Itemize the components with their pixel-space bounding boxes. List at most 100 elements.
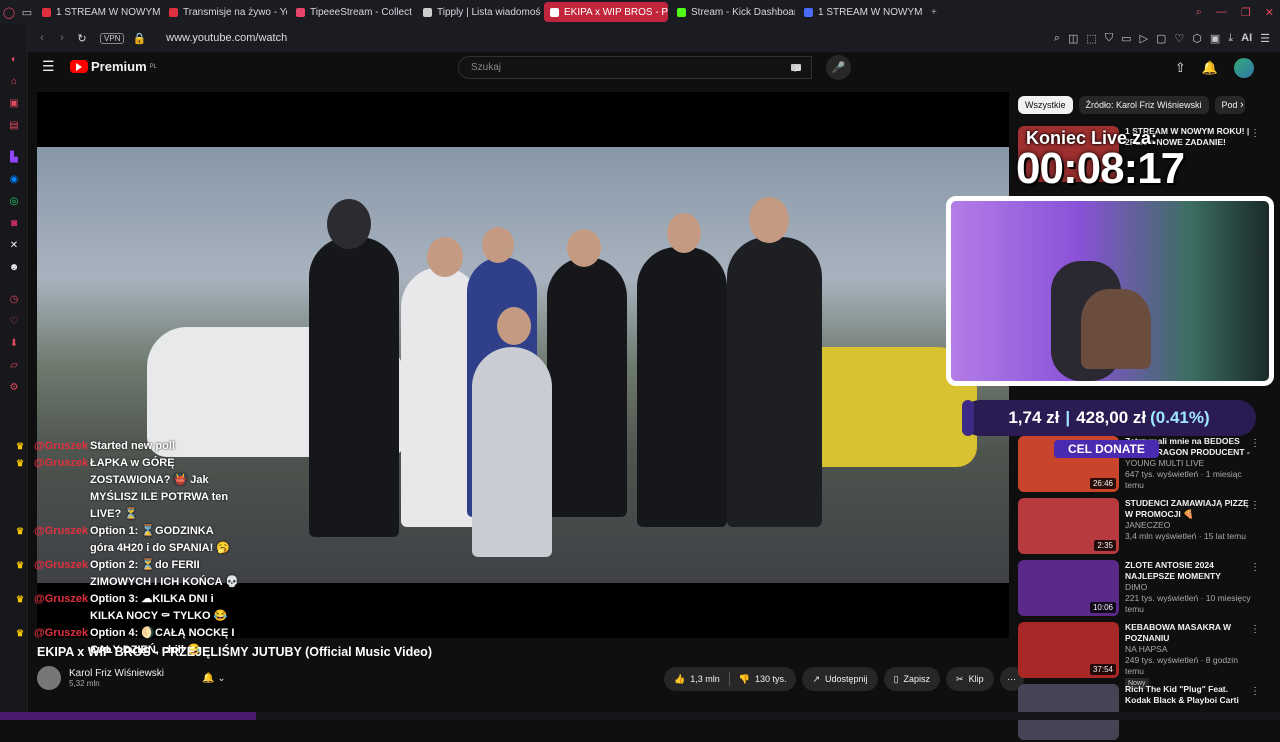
subscribe-bell-icon[interactable]: 🔔 ⌄ (202, 673, 226, 684)
filter-chip[interactable]: Wszystkie (1018, 96, 1073, 114)
youtube-logo[interactable]: Premium PL (70, 59, 157, 74)
heart-icon[interactable]: ♡ (0, 310, 28, 332)
notifications-icon[interactable]: 🔔 (1202, 60, 1218, 76)
download-icon[interactable]: ⤓ (1228, 32, 1233, 45)
channel-name[interactable]: Karol Friz Wiśniewski (69, 668, 164, 679)
chat-text: Option 3: ☁KILKA DNI i KILKA NOCY ⚰ TYLK… (90, 593, 228, 622)
save-button[interactable]: ▯ Zapisz (883, 667, 941, 691)
favorite-icon[interactable]: ♡ (1174, 32, 1184, 45)
url-field[interactable]: www.youtube.com/watch (166, 32, 287, 44)
clip-button[interactable]: ✂ Klip (946, 667, 994, 691)
like-button[interactable]: 👍 1,3 mln 👎 130 tys. (664, 667, 797, 691)
search-tabs-icon[interactable]: ⌕ (1196, 6, 1202, 19)
channel-avatar[interactable] (37, 666, 61, 690)
share-button[interactable]: ↗ Udostępnij (802, 667, 878, 691)
video-meta: 3,4 mln wyświetleń · 15 lat temu (1125, 531, 1246, 541)
close-icon[interactable]: ✕ (1265, 6, 1274, 19)
person-head (427, 237, 463, 277)
browser-tab[interactable]: TipeeeStream - Collect Ti (290, 2, 414, 22)
play-icon[interactable]: ▷ (1139, 32, 1147, 45)
tab-menu-icon[interactable]: ▭ (18, 0, 36, 24)
video-title[interactable]: KEBABOWA MASAKRA W POZNANIU (1125, 622, 1255, 644)
history-icon[interactable]: ◷ (0, 288, 28, 310)
minimize-icon[interactable]: — (1216, 6, 1227, 18)
recommendation-item[interactable]: 37:54 KEBABOWA MASAKRA W POZNANIU NA HAPSA… (1018, 622, 1270, 689)
pip-icon[interactable]: ▭ (1121, 32, 1131, 45)
twitch-icon[interactable]: ▙ (0, 146, 28, 168)
shield-icon[interactable]: ⛉ (1105, 32, 1113, 45)
person (309, 237, 399, 537)
video-channel[interactable]: NA HAPSA (1125, 644, 1255, 655)
opera-menu-icon[interactable]: ◯ (0, 0, 18, 24)
thumb-down-icon[interactable]: 👎 (739, 674, 750, 685)
more-options-icon[interactable]: ⋮ (1250, 624, 1260, 635)
video-title[interactable]: Rich The Kid "Plug" Feat. Kodak Black & … (1125, 684, 1255, 706)
chat-username[interactable]: @Gruszek (34, 438, 90, 455)
browser-tab[interactable]: EKIPA x WIP BROS - P (544, 2, 668, 22)
video-title[interactable]: STUDENCI ZAMAWIAJĄ PIZZĘ W PROMOCJI 🍕 (1125, 498, 1255, 520)
forward-icon[interactable]: › (52, 32, 72, 44)
person (637, 247, 727, 527)
menu-icon[interactable]: ☰ (1260, 32, 1270, 45)
zoom-icon[interactable]: ⌕ (1054, 32, 1060, 45)
whatsapp-icon[interactable]: ◎ (0, 190, 28, 212)
recommendation-item[interactable]: 2:35 STUDENCI ZAMAWIAJĄ PIZZĘ W PROMOCJI … (1018, 498, 1270, 556)
x-icon[interactable]: ✕ (0, 234, 28, 256)
search-input[interactable]: Szukaj (458, 56, 812, 79)
wallet-icon[interactable]: ▣ (1210, 32, 1220, 45)
snapshot-icon[interactable]: ⬚ (1086, 32, 1096, 45)
chat-icon[interactable]: ▱ (0, 354, 28, 376)
chat-username[interactable]: @Gruszek (34, 557, 90, 574)
browser-tab[interactable]: 1 STREAM W NOWYM ROK (36, 2, 160, 22)
chat-username[interactable]: @Gruszek (34, 625, 90, 642)
back-icon[interactable]: ‹ (32, 32, 52, 44)
ai-button[interactable]: AI (1241, 32, 1252, 44)
vpn-badge[interactable]: VPN (100, 32, 125, 44)
browser-tab[interactable]: Stream - Kick Dashboard (671, 2, 795, 22)
bookmark-icon[interactable]: ▢ (1156, 32, 1166, 45)
chat-username[interactable]: @Gruszek (34, 455, 90, 472)
bag-icon[interactable]: ⌂ (0, 70, 28, 92)
hamburger-icon[interactable]: ☰ (42, 58, 55, 75)
video-thumbnail[interactable]: 37:54 (1018, 622, 1119, 678)
avatar[interactable] (1234, 58, 1254, 78)
browser-tab[interactable]: Transmisje na żywo - You (163, 2, 287, 22)
player-icon[interactable]: ▣ (0, 92, 28, 114)
browser-tab[interactable]: 1 STREAM W NOWYM ROK (798, 2, 922, 22)
more-options-icon[interactable]: ⋮ (1250, 562, 1260, 573)
chat-username[interactable]: @Gruszek (34, 523, 90, 540)
video-channel[interactable]: JANECZEO (1125, 520, 1255, 531)
settings-icon[interactable]: ⚙ (0, 376, 28, 398)
discord-icon[interactable]: ☻ (0, 256, 28, 278)
scissors-icon: ✂ (956, 673, 964, 684)
video-title[interactable]: ZLOTE ANTOSIE 2024 NAJLEPSZE MOMENTY (1125, 560, 1255, 582)
browser-tab[interactable]: Tipply | Lista wiadomości (417, 2, 541, 22)
video-channel[interactable]: YOUNG MULTI LIVE (1125, 458, 1255, 469)
goal-label: CEL DONATE (1054, 440, 1159, 458)
reload-icon[interactable]: ↻ (72, 32, 92, 45)
maximize-icon[interactable]: ❐ (1241, 6, 1251, 19)
mic-icon[interactable]: 🎤 (826, 55, 851, 80)
chat-username[interactable]: @Gruszek (34, 591, 90, 608)
messenger-icon[interactable]: ◉ (0, 168, 28, 190)
upload-icon[interactable]: ⇧ (1175, 60, 1186, 76)
video-channel[interactable]: DIMO (1125, 582, 1255, 593)
aria-icon[interactable]: ◐ (0, 48, 28, 70)
instagram-icon[interactable]: ◙ (0, 212, 28, 234)
video-thumbnail[interactable]: 2:35 (1018, 498, 1119, 554)
chevron-right-icon[interactable]: › (1240, 99, 1244, 111)
extensions-icon[interactable]: ⬡ (1192, 32, 1202, 45)
more-options-icon[interactable]: ⋮ (1250, 438, 1260, 449)
news-icon[interactable]: ▤ (0, 114, 28, 136)
recommendation-item[interactable]: 10:06 ZLOTE ANTOSIE 2024 NAJLEPSZE MOMENT… (1018, 560, 1270, 618)
donation-goal-bar: 1,74 zł | 428,00 zł (0.41%) (962, 400, 1256, 436)
more-options-icon[interactable]: ⋮ (1250, 128, 1260, 139)
new-tab-button[interactable]: + (925, 2, 945, 22)
filter-chip[interactable]: Źródło: Karol Friz Wiśniewski (1078, 96, 1209, 114)
video-thumbnail[interactable]: 10:06 (1018, 560, 1119, 616)
more-options-icon[interactable]: ⋮ (1250, 500, 1260, 511)
camera-icon[interactable]: ◫ (1068, 32, 1078, 45)
more-options-icon[interactable]: ⋮ (1250, 686, 1260, 697)
search-icon[interactable]: ⌕ (784, 56, 812, 79)
downloads-icon[interactable]: ⬇ (0, 332, 28, 354)
